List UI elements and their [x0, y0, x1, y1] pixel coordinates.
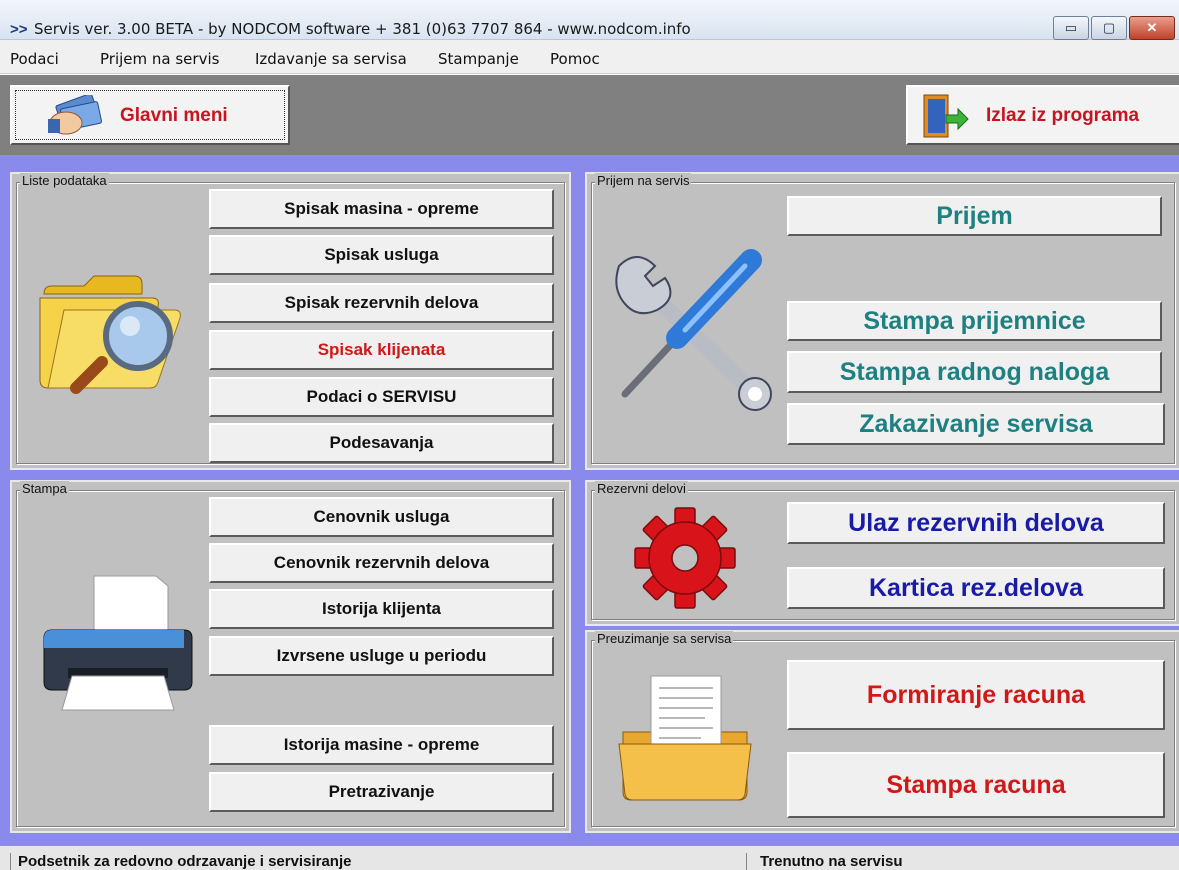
spisak-usluga-button[interactable]: Spisak usluga — [209, 235, 554, 275]
workspace: Liste podataka Spisak masina - opreme Sp… — [0, 155, 1179, 845]
stampa-radnog-naloga-button[interactable]: Stampa radnog naloga — [787, 351, 1162, 393]
formiranje-racuna-button[interactable]: Formiranje racuna — [787, 660, 1165, 730]
prijem-button[interactable]: Prijem — [787, 196, 1162, 236]
close-icon: ✕ — [1146, 20, 1158, 35]
minimize-icon: ▭ — [1064, 20, 1078, 35]
kartica-rez-delova-button[interactable]: Kartica rez.delova — [787, 567, 1165, 609]
exit-door-icon — [923, 94, 969, 138]
panel-title: Rezervni delovi — [595, 481, 688, 496]
panel-prijem-na-servis: Prijem na servis Prijem Stampa prijemnic… — [585, 172, 1179, 470]
podaci-o-servisu-button[interactable]: Podaci o SERVISU — [209, 377, 554, 417]
ulaz-rezervnih-delova-button[interactable]: Ulaz rezervnih delova — [787, 502, 1165, 544]
reminder-label: Podsetnik za redovno odrzavanje i servis… — [18, 853, 352, 870]
menu-izdavanje-sa-servisa[interactable]: Izdavanje sa servisa — [255, 50, 407, 68]
folder-search-icon — [39, 275, 181, 394]
zakazivanje-servisa-button[interactable]: Zakazivanje servisa — [787, 403, 1165, 445]
hand-money-icon — [48, 95, 102, 135]
panel-title: Prijem na servis — [595, 173, 692, 188]
app-icon: >> — [10, 21, 28, 38]
panel-liste-podataka: Liste podataka Spisak masina - opreme Sp… — [10, 172, 571, 470]
menu-stampanje[interactable]: Stampanje — [438, 50, 519, 68]
panel-rezervni-delovi: Rezervni delovi Ulaz rezervnih delova Ka… — [585, 480, 1179, 626]
exit-button[interactable]: Izlaz iz programa — [906, 85, 1179, 145]
panel-preuzimanje-sa-servisa: Preuzimanje sa servisa Formiranje racuna… — [585, 630, 1179, 833]
maximize-icon: ▢ — [1102, 20, 1116, 35]
panel-title: Preuzimanje sa servisa — [595, 631, 734, 646]
currently-in-service-label: Trenutno na servisu — [760, 853, 903, 870]
printer-icon — [43, 575, 193, 711]
status-separator — [746, 853, 747, 870]
spisak-masina-button[interactable]: Spisak masina - opreme — [209, 189, 554, 229]
menu-bar: Podaci Prijem na servis Izdavanje sa ser… — [0, 40, 1179, 74]
gear-icon — [634, 507, 736, 609]
document-folder-icon — [618, 675, 752, 801]
spisak-rezervnih-delova-button[interactable]: Spisak rezervnih delova — [209, 283, 554, 323]
window-title: Servis ver. 3.00 BETA - by NODCOM softwa… — [34, 20, 691, 38]
cenovnik-usluga-button[interactable]: Cenovnik usluga — [209, 497, 554, 537]
close-button[interactable]: ✕ — [1129, 16, 1175, 40]
menu-prijem-na-servis[interactable]: Prijem na servis — [100, 50, 219, 68]
panel-stampa: Stampa Cenovnik usluga Cenovnik rezervni… — [10, 480, 571, 833]
main-menu-label: Glavni meni — [120, 105, 228, 126]
title-bar: >> Servis ver. 3.00 BETA - by NODCOM sof… — [0, 0, 1179, 40]
stampa-racuna-button[interactable]: Stampa racuna — [787, 752, 1165, 818]
spisak-klijenata-button[interactable]: Spisak klijenata — [209, 330, 554, 370]
stampa-prijemnice-button[interactable]: Stampa prijemnice — [787, 301, 1162, 341]
maximize-button[interactable]: ▢ — [1091, 16, 1127, 40]
panel-title: Liste podataka — [20, 173, 109, 188]
istorija-masine-button[interactable]: Istorija masine - opreme — [209, 725, 554, 765]
istorija-klijenta-button[interactable]: Istorija klijenta — [209, 589, 554, 629]
exit-label: Izlaz iz programa — [986, 105, 1140, 126]
pretrazivanje-button[interactable]: Pretrazivanje — [209, 772, 554, 812]
menu-podaci[interactable]: Podaci — [10, 50, 59, 68]
minimize-button[interactable]: ▭ — [1053, 16, 1089, 40]
panel-title: Stampa — [20, 481, 69, 496]
toolbar: Glavni meni Izlaz iz programa — [0, 75, 1179, 155]
podesavanja-button[interactable]: Podesavanja — [209, 423, 554, 463]
main-menu-button[interactable]: Glavni meni — [10, 85, 290, 145]
wrench-screwdriver-icon — [615, 249, 772, 411]
izvrsene-usluge-button[interactable]: Izvrsene usluge u periodu — [209, 636, 554, 676]
status-bar: Podsetnik za redovno odrzavanje i servis… — [0, 845, 1179, 870]
cenovnik-rezervnih-delova-button[interactable]: Cenovnik rezervnih delova — [209, 543, 554, 583]
menu-pomoc[interactable]: Pomoc — [550, 50, 600, 68]
status-separator — [10, 853, 11, 870]
